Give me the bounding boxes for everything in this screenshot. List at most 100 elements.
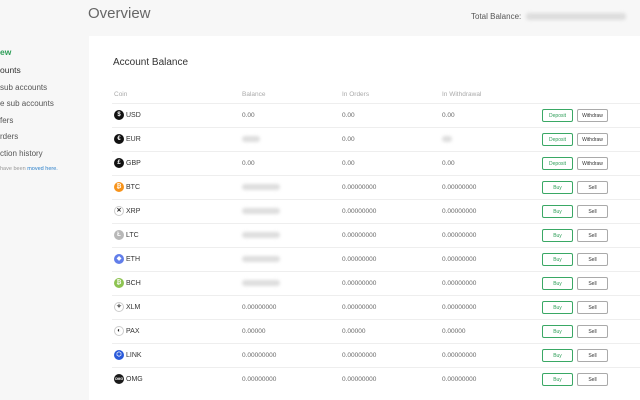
balance-value: 0.00000000	[242, 304, 277, 311]
in-withdrawal-value: 0.00	[442, 160, 455, 167]
moved-here-link[interactable]: moved here.	[27, 166, 58, 172]
sell-button[interactable]: Sell	[577, 277, 608, 290]
coin-name: GBP	[126, 160, 141, 167]
in-orders-value: 0.00000000	[342, 304, 377, 311]
buy-button[interactable]: Buy	[542, 325, 573, 338]
bitcoin-icon: ₿	[114, 182, 124, 192]
coin-name: BCH	[126, 280, 141, 287]
buy-button[interactable]: Buy	[542, 373, 573, 386]
in-withdrawal-value-hidden	[442, 136, 452, 143]
card-title: Account Balance	[113, 57, 189, 68]
buy-button[interactable]: Buy	[542, 205, 573, 218]
buy-button[interactable]: Buy	[542, 277, 573, 290]
in-orders-value: 0.00000000	[342, 232, 377, 239]
balance-value: 0.00000000	[242, 376, 277, 383]
sell-button[interactable]: Sell	[577, 205, 608, 218]
table-row-bch: ₿ BCH 0.00000000 0.00000000 Buy Sell	[112, 271, 640, 296]
sidebar-item-transfers[interactable]: fers	[0, 116, 13, 125]
in-withdrawal-value: 0.00000000	[442, 184, 477, 191]
total-balance-value-hidden	[525, 13, 626, 21]
sidebar-note: have been moved here.	[0, 166, 58, 172]
col-header-in-orders: In Orders	[342, 91, 370, 98]
balance-value: 0.00	[242, 160, 255, 167]
balance-value	[242, 280, 280, 287]
buy-button[interactable]: Buy	[542, 229, 573, 242]
sell-button[interactable]: Sell	[577, 301, 608, 314]
chainlink-icon: ⬡	[114, 350, 124, 360]
in-withdrawal-value: 0.00000000	[442, 208, 477, 215]
sell-button[interactable]: Sell	[577, 373, 608, 386]
coin-name: PAX	[126, 328, 140, 335]
table-row-gbp: £ GBP 0.00 0.00 0.00 Deposit Withdraw	[112, 151, 640, 176]
account-balance-card: Account Balance Coin Balance In Orders I…	[89, 36, 640, 400]
sell-button[interactable]: Sell	[577, 229, 608, 242]
page-title: Overview	[88, 5, 151, 22]
table-row-eth: ◆ ETH 0.00000000 0.00000000 Buy Sell	[112, 247, 640, 272]
buy-button[interactable]: Buy	[542, 349, 573, 362]
coin-name: BTC	[126, 184, 140, 191]
sidebar-item-overview[interactable]: ew	[0, 47, 11, 57]
balance-value: 0.00000000	[242, 352, 277, 359]
stellar-icon: ✧	[114, 302, 124, 312]
table-row-ltc: Ł LTC 0.00000000 0.00000000 Buy Sell	[112, 223, 640, 248]
sidebar-item-accounts[interactable]: ounts	[0, 65, 21, 75]
sidebar-item-orders[interactable]: rders	[0, 132, 18, 141]
in-orders-value: 0.00	[342, 112, 355, 119]
omg-icon: OMG	[114, 374, 124, 384]
balance-value	[242, 208, 280, 215]
buy-button[interactable]: Buy	[542, 181, 573, 194]
balance-value	[242, 136, 260, 143]
buy-button[interactable]: Buy	[542, 253, 573, 266]
in-withdrawal-value	[442, 136, 452, 143]
ethereum-icon: ◆	[114, 254, 124, 264]
balance-value: 0.00	[242, 112, 255, 119]
coin-name: XRP	[126, 208, 141, 215]
table-row-usd: $ USD 0.00 0.00 0.00 Deposit Withdraw	[112, 103, 640, 128]
in-orders-value: 0.00	[342, 160, 355, 167]
in-withdrawal-value: 0.00000000	[442, 280, 477, 287]
coin-name: USD	[126, 112, 141, 119]
sidebar-note-text: have been	[0, 166, 28, 172]
sell-button[interactable]: Sell	[577, 253, 608, 266]
coin-name: XLM	[126, 304, 141, 311]
in-orders-value: 0.00	[342, 136, 355, 143]
coin-name: OMG	[126, 376, 143, 383]
table-row-eur: € EUR 0.00 Deposit Withdraw	[112, 127, 640, 152]
in-withdrawal-value: 0.00000	[442, 328, 466, 335]
sidebar-item-transaction-history[interactable]: ction history	[0, 149, 43, 158]
deposit-button[interactable]: Deposit	[542, 109, 573, 122]
dollar-icon: $	[114, 110, 124, 120]
coin-name: EUR	[126, 136, 141, 143]
sell-button[interactable]: Sell	[577, 349, 608, 362]
sidebar: ew ounts sub accounts e sub accounts fer…	[0, 0, 88, 400]
bitcoin-cash-icon: ₿	[114, 278, 124, 288]
deposit-button[interactable]: Deposit	[542, 157, 573, 170]
buy-button[interactable]: Buy	[542, 301, 573, 314]
balance-value: 0.00000	[242, 328, 266, 335]
withdraw-button[interactable]: Withdraw	[577, 133, 608, 146]
sidebar-item-create-sub-accounts[interactable]: e sub accounts	[0, 99, 54, 108]
total-balance: Total Balance:	[471, 12, 626, 21]
balance-value-hidden	[242, 280, 280, 287]
in-withdrawal-value: 0.00000000	[442, 232, 477, 239]
deposit-button[interactable]: Deposit	[542, 133, 573, 146]
withdraw-button[interactable]: Withdraw	[577, 157, 608, 170]
in-orders-value: 0.00000000	[342, 376, 377, 383]
balance-value-hidden	[242, 136, 260, 143]
table-row-xrp: ✕ XRP 0.00000000 0.00000000 Buy Sell	[112, 199, 640, 224]
in-orders-value: 0.00000000	[342, 352, 377, 359]
balance-value-hidden	[242, 208, 280, 215]
table-row-btc: ₿ BTC 0.00000000 0.00000000 Buy Sell	[112, 175, 640, 200]
pound-icon: £	[114, 158, 124, 168]
sidebar-item-sub-accounts[interactable]: sub accounts	[0, 83, 47, 92]
col-header-in-withdrawal: In Withdrawal	[442, 91, 482, 98]
in-orders-value: 0.00000000	[342, 256, 377, 263]
coin-name: LINK	[126, 352, 142, 359]
balance-value	[242, 256, 280, 263]
balance-value-hidden	[242, 256, 280, 263]
litecoin-icon: Ł	[114, 230, 124, 240]
sell-button[interactable]: Sell	[577, 181, 608, 194]
sell-button[interactable]: Sell	[577, 325, 608, 338]
in-withdrawal-value: 0.00000000	[442, 376, 477, 383]
withdraw-button[interactable]: Withdraw	[577, 109, 608, 122]
